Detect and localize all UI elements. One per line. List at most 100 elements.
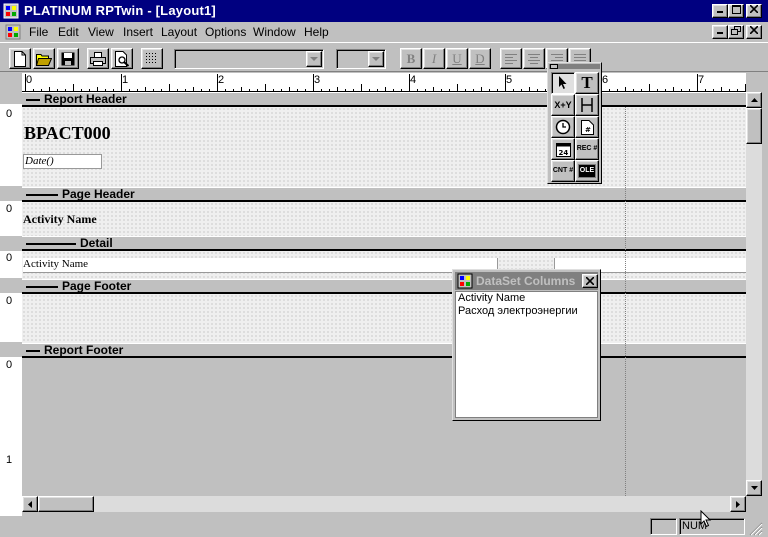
- dataset-columns-list[interactable]: Activity Name Расход электроэнергии: [455, 291, 598, 418]
- band-detail-bar[interactable]: Detail: [22, 236, 746, 251]
- time-tool[interactable]: [551, 116, 575, 138]
- menu-file[interactable]: File: [29, 25, 48, 39]
- dataset-columns-window[interactable]: DataSet Columns Activity Name Расход эле…: [452, 269, 601, 421]
- toolbox-close-button[interactable]: [550, 64, 558, 69]
- menu-help[interactable]: Help: [304, 25, 329, 39]
- mdi-restore-button[interactable]: [728, 25, 744, 39]
- band-page-header-bar[interactable]: Page Header: [22, 187, 746, 202]
- band-page-header-area[interactable]: Activity Name: [22, 202, 746, 236]
- print-preview-icon: [114, 50, 129, 67]
- page-number-icon: #: [580, 119, 594, 135]
- chevron-down-icon: [372, 56, 380, 61]
- save-button[interactable]: [57, 48, 79, 69]
- chevron-left-icon: [28, 500, 32, 508]
- ruler-mark-7: 7: [698, 74, 705, 86]
- strikeout-button[interactable]: D: [469, 48, 491, 69]
- dataset-titlebar[interactable]: DataSet Columns: [455, 272, 598, 290]
- print-icon: [90, 51, 106, 66]
- vertical-ruler: 0 0 0 0 0 1: [0, 92, 22, 516]
- print-preview-button[interactable]: [111, 48, 133, 69]
- activity-name-label[interactable]: Activity Name: [23, 212, 97, 227]
- dataset-icon: [457, 273, 473, 289]
- font-name-dropdown[interactable]: [306, 51, 322, 67]
- bold-button[interactable]: B: [400, 48, 422, 69]
- open-folder-icon: [36, 53, 52, 66]
- page-number-tool[interactable]: #: [575, 116, 599, 138]
- align-left-button[interactable]: [500, 48, 522, 69]
- band-report-footer-label: Report Footer: [44, 343, 124, 357]
- vertical-scroll-thumb[interactable]: [746, 108, 762, 144]
- line-tool[interactable]: [575, 94, 599, 116]
- activity-name-field[interactable]: Activity Name: [23, 258, 498, 273]
- ole-tool[interactable]: OLE: [575, 160, 599, 182]
- vruler-mark: 0: [6, 252, 13, 264]
- align-center-button[interactable]: [523, 48, 545, 69]
- status-bar: NUM: [0, 515, 768, 537]
- count-tool[interactable]: CNT #: [551, 160, 575, 182]
- text-tool[interactable]: T: [575, 72, 599, 94]
- page-number-glyph: #: [585, 126, 591, 134]
- pointer-tool[interactable]: [551, 72, 575, 94]
- open-button[interactable]: [33, 48, 55, 69]
- band-report-header-area[interactable]: BPACT000 Date(): [22, 107, 746, 187]
- scroll-down-button[interactable]: [746, 480, 762, 496]
- window-title: PLATINUM RPTwin - [Layout1]: [24, 3, 216, 18]
- new-button[interactable]: [9, 48, 31, 69]
- dataset-column-item[interactable]: Расход электроэнергии: [458, 305, 578, 317]
- ruler-mark-2: 2: [218, 74, 225, 86]
- band-detail-area[interactable]: Activity Name: [22, 251, 746, 279]
- band-page-header-label: Page Header: [62, 187, 135, 201]
- toolbox-titlebar[interactable]: [549, 64, 600, 69]
- band-report-footer-bar[interactable]: Report Footer: [22, 343, 746, 358]
- vruler-mark: 1: [6, 454, 13, 466]
- menu-window[interactable]: Window: [253, 25, 296, 39]
- scroll-right-button[interactable]: [730, 496, 746, 512]
- italic-button[interactable]: I: [423, 48, 445, 69]
- right-margin-guide: [625, 107, 626, 496]
- grid-button[interactable]: [141, 48, 163, 69]
- menu-layout[interactable]: Layout: [161, 25, 197, 39]
- record-number-tool[interactable]: REC #: [575, 138, 599, 160]
- menu-insert[interactable]: Insert: [123, 25, 153, 39]
- font-name-combo[interactable]: [174, 49, 324, 69]
- toolbox-palette[interactable]: T X+Y # 24 REC # CNT # OLE: [547, 62, 602, 184]
- report-title-field[interactable]: BPACT000: [24, 123, 111, 144]
- vruler-mark: 0: [6, 359, 13, 371]
- dataset-close-button[interactable]: [582, 274, 598, 288]
- app-icon[interactable]: [3, 3, 19, 19]
- vertical-scrollbar[interactable]: [746, 92, 762, 496]
- menu-bar: File Edit View Insert Layout Options Win…: [0, 22, 768, 42]
- date-field[interactable]: Date(): [23, 154, 102, 169]
- ruler-mark-6: 6: [602, 74, 609, 86]
- mdi-minimize-button[interactable]: [712, 25, 728, 39]
- scroll-left-button[interactable]: [22, 496, 38, 512]
- ruler-mark-0: 0: [26, 74, 33, 86]
- band-report-header-bar[interactable]: Report Header: [22, 92, 746, 107]
- line-icon: [581, 98, 593, 112]
- print-button[interactable]: [87, 48, 109, 69]
- band-page-footer-bar[interactable]: Page Footer: [22, 279, 746, 294]
- dataset-column-item[interactable]: Activity Name: [458, 292, 525, 304]
- band-page-footer-label: Page Footer: [62, 279, 132, 293]
- menu-options[interactable]: Options: [205, 25, 246, 39]
- ruler-ticks: [25, 74, 746, 91]
- band-page-footer-area[interactable]: [22, 294, 746, 343]
- close-button[interactable]: [746, 4, 762, 18]
- document-icon[interactable]: [5, 24, 21, 40]
- formula-tool[interactable]: X+Y: [551, 94, 575, 116]
- menu-edit[interactable]: Edit: [58, 25, 79, 39]
- horizontal-scrollbar[interactable]: [22, 496, 746, 512]
- font-size-dropdown[interactable]: [368, 51, 384, 67]
- menu-view[interactable]: View: [88, 25, 114, 39]
- font-size-combo[interactable]: [336, 49, 386, 69]
- resize-grip-icon[interactable]: [749, 522, 763, 536]
- horizontal-scroll-thumb[interactable]: [38, 496, 94, 512]
- report-design-area[interactable]: Report Header BPACT000 Date() Page Heade…: [22, 92, 746, 496]
- date-tool[interactable]: 24: [551, 138, 575, 160]
- chevron-down-icon: [750, 486, 758, 490]
- maximize-button[interactable]: [728, 4, 744, 18]
- mdi-close-button[interactable]: [746, 25, 762, 39]
- minimize-button[interactable]: [712, 4, 728, 18]
- underline-button[interactable]: U: [446, 48, 468, 69]
- scroll-up-button[interactable]: [746, 92, 762, 108]
